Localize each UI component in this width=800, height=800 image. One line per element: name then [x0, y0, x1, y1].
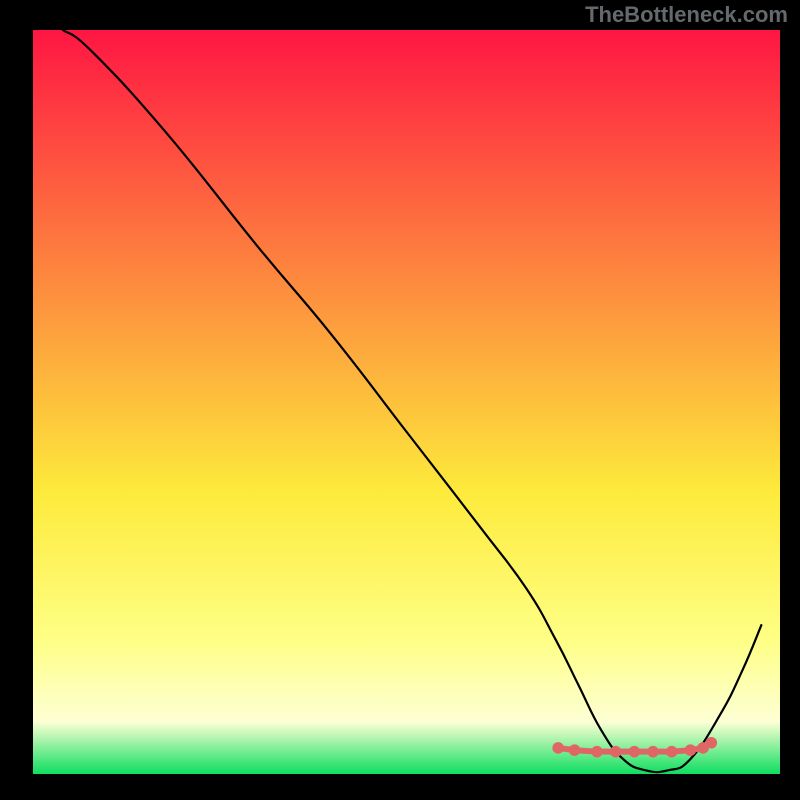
chart-stage: { "watermark": { "text": "TheBottleneck.… [0, 0, 800, 800]
highlight-dot [552, 742, 564, 754]
highlight-dot [569, 744, 581, 756]
highlight-dot [705, 737, 717, 749]
highlight-dot [610, 746, 622, 758]
highlight-dot [685, 744, 697, 756]
gradient-plot-area [33, 30, 780, 774]
highlight-dot [629, 746, 641, 758]
highlight-dot [591, 746, 603, 758]
highlight-dot [666, 746, 678, 758]
chart-svg [0, 0, 800, 800]
highlight-dot [647, 746, 659, 758]
watermark-text: TheBottleneck.com [585, 2, 788, 28]
